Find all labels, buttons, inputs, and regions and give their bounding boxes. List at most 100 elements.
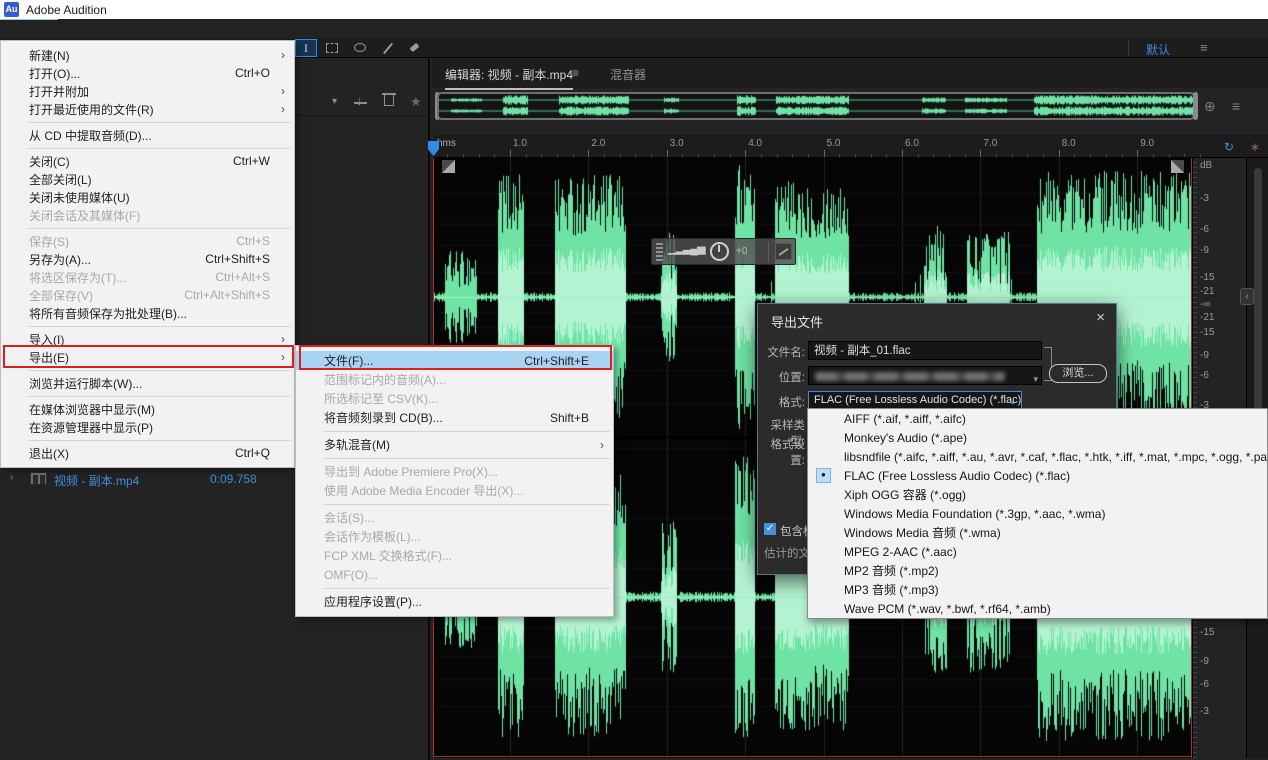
format-option-2[interactable]: libsndfile (*.aifc, *.aiff, *.au, *.avr,… — [808, 447, 1267, 466]
db-scale-label: -3 — [1200, 193, 1209, 204]
file-menu-item-0[interactable]: 新建(N) › — [1, 46, 294, 64]
export-submenu-item-15[interactable]: 应用程序设置(P)... — [296, 592, 613, 611]
browse-button[interactable]: 浏览... — [1049, 364, 1107, 383]
file-menu-item-24[interactable]: 在资源管理器中显示(P) — [1, 418, 294, 436]
tab-mixer[interactable]: 混音器 — [610, 66, 646, 83]
selected-bullet-icon — [816, 468, 831, 483]
location-dropdown-chevron-icon[interactable]: ▾ — [1033, 370, 1038, 384]
format-option-1[interactable]: Monkey's Audio (*.ape) — [808, 428, 1267, 447]
file-menu-item-16[interactable]: 将所有音频保存为批处理(B)... — [1, 304, 294, 322]
format-option-0[interactable]: AIFF (*.aif, *.aiff, *.aifc) — [808, 409, 1267, 428]
format-option-4[interactable]: Xiph OGG 容器 (*.ogg) — [808, 485, 1267, 504]
hud-grip-icon[interactable] — [656, 243, 663, 261]
file-menu-item-13[interactable]: 另存为(A)... Ctrl+Shift+S — [1, 250, 294, 268]
clip-bottom-boundary — [433, 756, 1192, 757]
workspace-selector[interactable]: 默认 — [1146, 41, 1170, 58]
spot-healing-brush-tool-button[interactable] — [404, 40, 424, 56]
format-option-8[interactable]: MP2 音频 (*.mp2) — [808, 561, 1267, 580]
file-menu-item-9[interactable]: 关闭未使用媒体(U) — [1, 188, 294, 206]
lasso-selection-tool-button[interactable] — [350, 40, 370, 56]
file-menu-item-5[interactable]: 从 CD 中提取音频(D)... — [1, 126, 294, 144]
file-menu-item-26[interactable]: 退出(X) Ctrl+Q — [1, 444, 294, 462]
chevron-down-icon[interactable]: ▾ — [332, 96, 337, 107]
file-menu-item-shortcut: Ctrl+Q — [234, 446, 270, 460]
export-submenu-item-13[interactable]: OMF(O)... — [296, 565, 613, 584]
zoom-navigate-icon[interactable]: ⊕ — [1204, 98, 1216, 115]
export-submenu-item-10[interactable]: 会话(S)... — [296, 508, 613, 527]
file-menu-item-1[interactable]: 打开(O)... Ctrl+O — [1, 64, 294, 82]
filename-input[interactable]: 视频 - 副本_01.flac — [808, 341, 1042, 360]
favorites-star-icon[interactable]: ★ — [410, 94, 422, 110]
ruler-tick — [792, 154, 794, 157]
marquee-selection-tool-button[interactable] — [322, 40, 342, 56]
overview-right-handle[interactable] — [1193, 92, 1198, 120]
export-submenu-item-0[interactable]: 文件(F)... Ctrl+Shift+E — [296, 351, 613, 370]
format-option-7[interactable]: MPEG 2-AAC (*.aac) — [808, 542, 1267, 561]
export-submenu: 文件(F)... Ctrl+Shift+E 范围标记内的音频(A)... 所选标记至 … — [295, 345, 614, 617]
file-menu-item-19[interactable]: 导出(E) › — [1, 348, 294, 366]
format-option-label: Xiph OGG 容器 (*.ogg) — [844, 488, 967, 502]
dialog-close-icon[interactable]: × — [1096, 309, 1105, 326]
ruler-tick-label: 3.0 — [669, 138, 684, 149]
format-option-6[interactable]: Windows Media 音频 (*.wma) — [808, 523, 1267, 542]
tab-editor[interactable]: 编辑器: 视频 - 副本.mp4 — [445, 66, 574, 90]
file-menu-item-2[interactable]: 打开并附加 › — [1, 82, 294, 100]
ruler-tick — [1105, 154, 1107, 157]
file-menu-item-15[interactable]: 全部保存(V) Ctrl+Alt+Shift+S — [1, 286, 294, 304]
file-menu-item-10[interactable]: 关闭会话及其媒体(F) — [1, 206, 294, 224]
submenu-arrow-icon: › — [281, 332, 285, 346]
export-submenu-item-8[interactable]: 使用 Adobe Media Encoder 导出(X)... — [296, 481, 613, 500]
file-menu-item-label: 保存(S) — [29, 234, 69, 249]
format-option-5[interactable]: Windows Media Foundation (*.3gp, *.aac, … — [808, 504, 1267, 523]
workspace-menu-icon[interactable]: ≡ — [1200, 40, 1208, 55]
paintbrush-selection-tool-button[interactable] — [378, 40, 398, 56]
ruler-tick — [713, 154, 715, 157]
export-submenu-item-11[interactable]: 会话作为模板(L)... — [296, 527, 613, 546]
export-submenu-item-shortcut: Ctrl+Shift+E — [524, 353, 589, 368]
file-list-item[interactable]: › 视频 - 副本.mp4 0:09.758 — [0, 468, 295, 490]
format-option-10[interactable]: Wave PCM (*.wav, *.bwf, *.rf64, *.amb) — [808, 599, 1267, 618]
file-menu-item-8[interactable]: 全部关闭(L) — [1, 170, 294, 188]
export-submenu-item-2[interactable]: 所选标记至 CSV(K)... — [296, 389, 613, 408]
dialog-title: 导出文件 — [771, 315, 824, 330]
db-scale-label: -21 — [1200, 286, 1215, 297]
file-menu-item-14[interactable]: 将选区保存为(T)... Ctrl+Alt+S — [1, 268, 294, 286]
export-submenu-item-12[interactable]: FCP XML 交换格式(F)... — [296, 546, 613, 565]
expand-chevron-icon[interactable]: › — [10, 472, 13, 483]
hud-settings-button[interactable] — [775, 243, 792, 260]
waveform-overview-strip[interactable] — [437, 92, 1195, 120]
hud-volume-knob[interactable] — [710, 242, 729, 261]
location-input[interactable]: ▾ — [808, 366, 1042, 385]
export-submenu-item-5[interactable]: 多轨混音(M) › — [296, 435, 613, 454]
time-selection-tool-button[interactable]: I — [295, 39, 317, 57]
file-menu-item-7[interactable]: 关闭(C) Ctrl+W — [1, 152, 294, 170]
file-menu-item-21[interactable]: 浏览并运行脚本(W)... — [1, 374, 294, 392]
file-menu-item-label: 关闭会话及其媒体(F) — [29, 208, 141, 223]
loop-icon[interactable]: ↻ — [1224, 140, 1234, 154]
panel-menu-icon[interactable]: ≡ — [572, 66, 579, 80]
format-option-9[interactable]: MP3 音频 (*.mp3) — [808, 580, 1267, 599]
panel-list-icon[interactable]: ≡ — [1232, 98, 1240, 114]
file-menu-item-3[interactable]: 打开最近使用的文件(R) › — [1, 100, 294, 118]
file-menu-item-12[interactable]: 保存(S) Ctrl+S — [1, 232, 294, 250]
file-menu-item-18[interactable]: 导入(I) › — [1, 330, 294, 348]
export-submenu-item-3[interactable]: 将音频刻录到 CD(B)... Shift+B — [296, 408, 613, 427]
include-markers-checkbox[interactable]: ✓ — [764, 523, 776, 535]
db-scale-label: -3 — [1200, 706, 1209, 717]
snap-icon[interactable]: ∗ — [1250, 140, 1260, 154]
import-icon[interactable]: ↓ — [354, 93, 367, 108]
fade-in-handle[interactable] — [442, 160, 455, 173]
volume-hud[interactable]: ▁▂▃▄▅ +0 — [651, 238, 796, 265]
ruler-tick — [619, 154, 621, 157]
export-submenu-item-1[interactable]: 范围标记内的音频(A)... — [296, 370, 613, 389]
format-option-label: Monkey's Audio (*.ape) — [844, 430, 968, 445]
trash-icon[interactable] — [382, 93, 396, 106]
fade-out-handle[interactable] — [1171, 160, 1184, 173]
ruler-tick — [494, 154, 496, 157]
file-menu-item-label: 全部关闭(L) — [29, 172, 92, 187]
file-menu-item-23[interactable]: 在媒体浏览器中显示(M) — [1, 400, 294, 418]
collapse-arrow-button[interactable]: ‹ — [1240, 288, 1254, 305]
timeline-ruler[interactable]: hms 1.0 2.0 3.0 4.0 5.0 6.0 7.0 8.0 9.0 — [428, 135, 1268, 158]
format-option-3[interactable]: FLAC (Free Lossless Audio Codec) (*.flac… — [808, 466, 1267, 485]
export-submenu-item-7[interactable]: 导出到 Adobe Premiere Pro(X)... — [296, 462, 613, 481]
